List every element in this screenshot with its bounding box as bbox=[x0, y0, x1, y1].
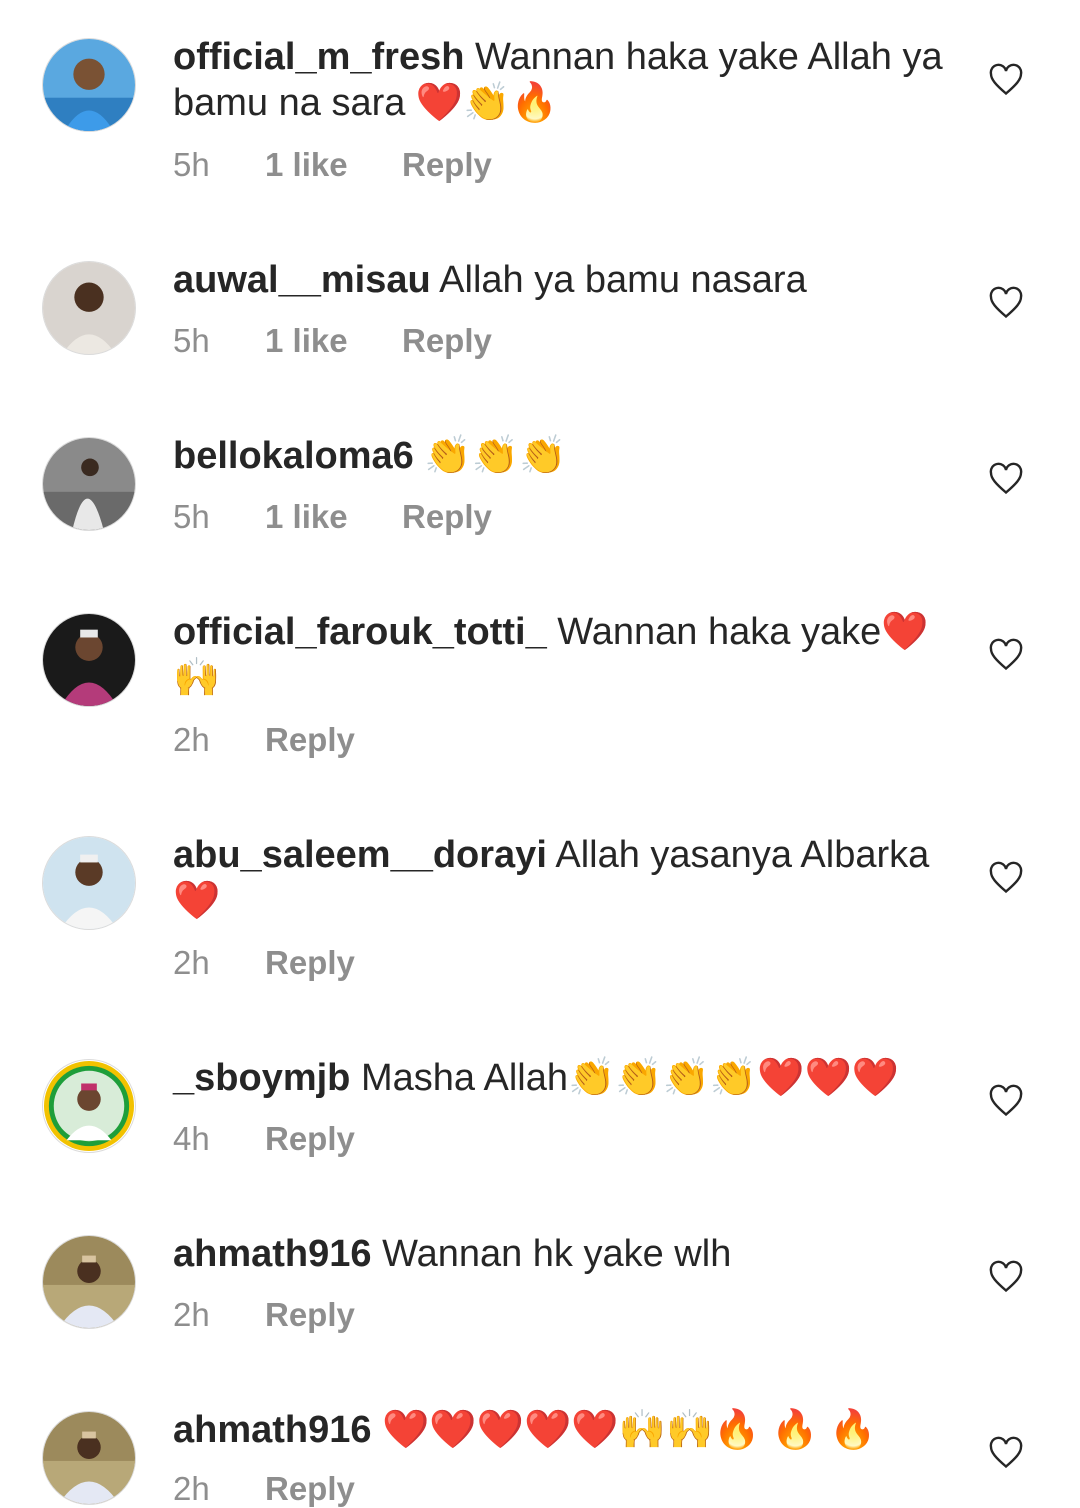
comment-time: 2h bbox=[173, 1470, 210, 1507]
heart-outline-icon[interactable] bbox=[988, 860, 1024, 896]
comment-body: Allah ya bamu nasara bbox=[439, 259, 807, 301]
heart-outline-icon[interactable] bbox=[988, 1083, 1024, 1119]
comment-meta: 5h 1 like Reply bbox=[173, 146, 492, 184]
heart-outline-icon[interactable] bbox=[988, 62, 1024, 98]
comment-username[interactable]: official_farouk_totti_ bbox=[173, 611, 547, 653]
comment-likes[interactable]: 1 like bbox=[265, 498, 402, 536]
reply-button[interactable]: Reply bbox=[265, 944, 355, 982]
reply-button[interactable]: Reply bbox=[402, 146, 492, 184]
comment-time: 5h bbox=[173, 322, 210, 359]
reply-button[interactable]: Reply bbox=[265, 1470, 355, 1508]
comment-meta: 2h Reply bbox=[173, 721, 355, 759]
comment-text: bellokaloma6 👏👏👏 bbox=[173, 433, 963, 479]
comment-username[interactable]: _sboymjb bbox=[173, 1057, 350, 1099]
avatar[interactable] bbox=[42, 613, 136, 707]
comment-username[interactable]: ahmath916 bbox=[173, 1233, 372, 1275]
comment-time: 2h bbox=[173, 1296, 210, 1333]
comment-text: auwal__misau Allah ya bamu nasara bbox=[173, 257, 963, 303]
heart-outline-icon[interactable] bbox=[988, 1259, 1024, 1295]
heart-outline-icon[interactable] bbox=[988, 1435, 1024, 1471]
heart-outline-icon[interactable] bbox=[988, 461, 1024, 497]
comment-body: Masha Allah👏👏👏👏❤️❤️❤️ bbox=[360, 1057, 900, 1099]
avatar[interactable] bbox=[42, 38, 136, 132]
comment-text: official_m_fresh Wannan haka yake Allah … bbox=[173, 34, 963, 126]
comment-username[interactable]: auwal__misau bbox=[173, 259, 431, 301]
heart-outline-icon[interactable] bbox=[988, 637, 1024, 673]
reply-button[interactable]: Reply bbox=[265, 721, 355, 759]
reply-button[interactable]: Reply bbox=[265, 1296, 355, 1334]
comment-time: 5h bbox=[173, 498, 210, 535]
comment-text: _sboymjb Masha Allah👏👏👏👏❤️❤️❤️ bbox=[173, 1055, 963, 1101]
comment-meta: 2h Reply bbox=[173, 944, 355, 982]
comment-body: 👏👏👏 bbox=[424, 435, 567, 477]
comment-meta: 5h 1 like Reply bbox=[173, 498, 492, 536]
avatar[interactable] bbox=[42, 1059, 136, 1153]
comment-meta: 2h Reply bbox=[173, 1296, 355, 1334]
avatar[interactable] bbox=[42, 437, 136, 531]
reply-button[interactable]: Reply bbox=[402, 322, 492, 360]
reply-button[interactable]: Reply bbox=[265, 1120, 355, 1158]
avatar[interactable] bbox=[42, 1235, 136, 1329]
comment-meta: 4h Reply bbox=[173, 1120, 355, 1158]
comment-time: 4h bbox=[173, 1120, 210, 1157]
comment-username[interactable]: ahmath916 bbox=[173, 1409, 372, 1451]
avatar[interactable] bbox=[42, 1411, 136, 1505]
comment-likes[interactable]: 1 like bbox=[265, 322, 402, 360]
comment-body: Wannan hk yake wlh bbox=[382, 1233, 732, 1275]
reply-button[interactable]: Reply bbox=[402, 498, 492, 536]
comment-username[interactable]: bellokaloma6 bbox=[173, 435, 414, 477]
comment-time: 2h bbox=[173, 944, 210, 981]
avatar[interactable] bbox=[42, 261, 136, 355]
comment-likes[interactable]: 1 like bbox=[265, 146, 402, 184]
comment-meta: 2h Reply bbox=[173, 1470, 355, 1508]
avatar[interactable] bbox=[42, 836, 136, 930]
comment-username[interactable]: abu_saleem__dorayi bbox=[173, 834, 547, 876]
comment-text: ahmath916 ❤️❤️❤️❤️❤️🙌🙌🔥 🔥 🔥 bbox=[173, 1407, 963, 1453]
comment-username[interactable]: official_m_fresh bbox=[173, 36, 464, 78]
comment-text: official_farouk_totti_ Wannan haka yake❤… bbox=[173, 609, 963, 701]
comment-body: ❤️❤️❤️❤️❤️🙌🙌🔥 🔥 🔥 bbox=[382, 1409, 877, 1451]
comment-meta: 5h 1 like Reply bbox=[173, 322, 492, 360]
comment-text: abu_saleem__dorayi Allah yasanya Albarka… bbox=[173, 832, 963, 924]
comment-time: 5h bbox=[173, 146, 210, 183]
comment-time: 2h bbox=[173, 721, 210, 758]
comment-text: ahmath916 Wannan hk yake wlh bbox=[173, 1231, 963, 1277]
heart-outline-icon[interactable] bbox=[988, 285, 1024, 321]
